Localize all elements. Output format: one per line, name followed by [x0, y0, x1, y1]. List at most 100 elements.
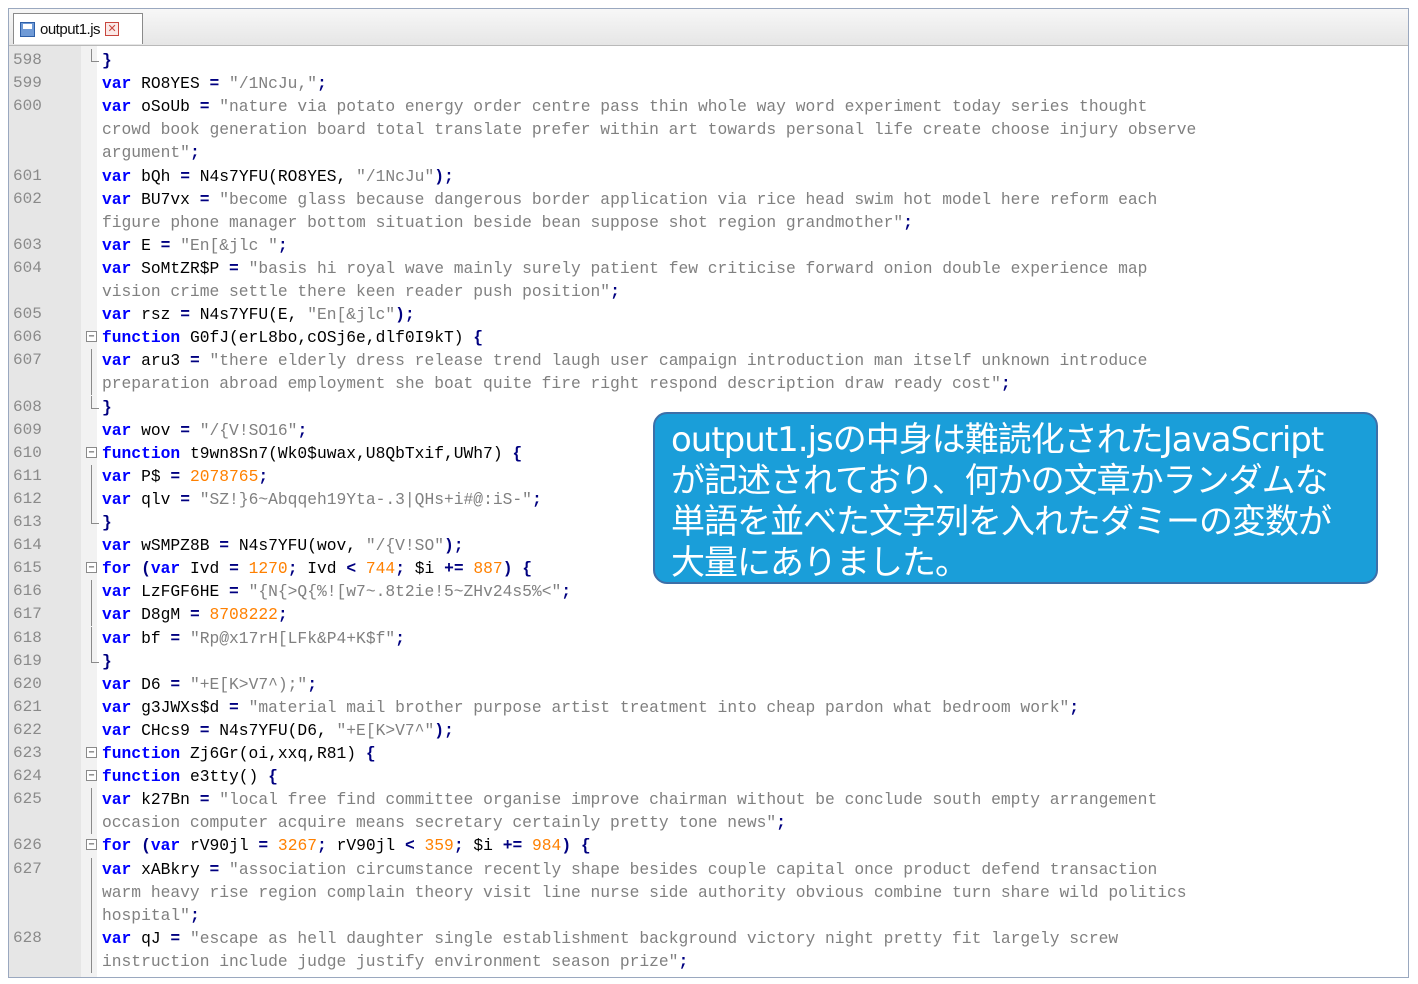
code-line: 625 var k27Bn = "local free find committe… — [9, 788, 1408, 812]
code-text[interactable]: var qlv = "SZ!}6~Abqqeh19Yta-.3|QHs+i#@:… — [102, 488, 542, 511]
code-token: var — [102, 720, 142, 740]
code-text[interactable]: var wSMPZ8B = N4s7YFU(wov, "/{V!SO"); — [102, 534, 464, 557]
code-text[interactable]: instruction include judge justify enviro… — [102, 950, 688, 973]
fold-toggle-icon[interactable]: − — [86, 839, 97, 851]
code-token: "+E[K>V7^" — [336, 720, 435, 740]
tab-output1-js[interactable]: output1.js ✕ — [13, 13, 143, 44]
code-token: var — [102, 489, 142, 509]
code-text[interactable]: var P$ = 2078765; — [102, 465, 268, 488]
code-text[interactable]: var k27Bn = "local free find committee o… — [102, 788, 1157, 811]
code-token: crowd book generation board total transl… — [102, 120, 1197, 140]
code-line: 626 − for (var rV90jl = 3267; rV90jl < 359… — [9, 834, 1408, 857]
code-text[interactable]: var wov = "/{V!SO16"; — [102, 419, 307, 442]
code-token: ) { — [561, 836, 591, 856]
code-token: vision crime settle there keen reader pu… — [102, 282, 611, 301]
fold-toggle-icon[interactable]: − — [86, 446, 97, 458]
code-text[interactable]: figure phone manager bottom situation be… — [102, 211, 913, 234]
code-token: N4s7YFU(RO8YES, — [199, 166, 357, 186]
code-text[interactable]: var oSoUb = "nature via potato energy or… — [102, 95, 1147, 118]
code-token: ); — [444, 536, 464, 556]
code-text[interactable]: var bQh = N4s7YFU(RO8YES, "/1NcJu"); — [102, 165, 454, 188]
line-number: 604 — [13, 258, 42, 277]
code-text[interactable]: vision crime settle there keen reader pu… — [102, 280, 620, 303]
code-text[interactable]: var LzFGF6HE = "{N{>Q{%![w7~.8t2ie!5~ZHv… — [102, 580, 571, 603]
code-text[interactable]: var g3JWXs$d = "material mail brother pu… — [102, 696, 1079, 719]
code-token: "association circumstance recently shape… — [229, 859, 1158, 879]
code-text[interactable]: for (var rV90jl = 3267; rV90jl < 359; $i… — [102, 834, 591, 857]
line-number: 614 — [13, 536, 42, 555]
code-token: "{N{>Q{%![w7~.8t2ie!5~ZHv24s5%<" — [248, 582, 562, 602]
code-line: 622 var CHcs9 = N4s7YFU(D6, "+E[K>V7^"); — [9, 719, 1408, 742]
code-token: 2078765 — [189, 466, 259, 486]
fold-guide — [91, 926, 92, 950]
code-text[interactable]: var CHcs9 = N4s7YFU(D6, "+E[K>V7^"); — [102, 719, 454, 742]
code-token: var — [102, 536, 142, 556]
code-line: warm heavy rise region complain theory v… — [9, 880, 1408, 904]
save-icon — [20, 21, 35, 37]
code-text[interactable]: var bf = "Rp@x17rH[LFk&P4+K$f"; — [102, 627, 405, 650]
close-icon[interactable]: ✕ — [105, 22, 120, 36]
code-text[interactable]: } — [102, 49, 112, 72]
code-token: t9wn8Sn7(Wk0$uwax,U8QbTxif,UWh7) — [189, 443, 513, 463]
callout-line: 大量にありました。 — [671, 543, 969, 583]
code-text[interactable]: var BU7vx = "become glass because danger… — [102, 188, 1157, 211]
code-text[interactable]: var SoMtZR$P = "basis hi royal wave main… — [102, 257, 1147, 280]
fold-toggle-icon[interactable]: − — [86, 562, 97, 574]
code-token: function — [102, 767, 190, 787]
code-token: LzFGF6HE — [141, 582, 230, 602]
code-text[interactable]: for (var Ivd = 1270; Ivd < 744; $i += 88… — [102, 557, 532, 580]
code-line: 602 var BU7vx = "become glass because dan… — [9, 188, 1408, 211]
code-token: ; — [453, 836, 474, 856]
code-token: $i — [473, 836, 503, 856]
code-token: } — [102, 51, 112, 70]
code-text[interactable]: hospital"; — [102, 904, 200, 927]
fold-guide — [91, 487, 92, 511]
code-token: } — [102, 513, 112, 532]
code-line: 603 var E = "En[&jlc "; — [9, 234, 1408, 257]
code-text[interactable]: } — [102, 396, 112, 419]
line-number: 610 — [13, 443, 42, 462]
fold-toggle-icon[interactable]: − — [86, 747, 97, 758]
code-text[interactable]: var E = "En[&jlc "; — [102, 234, 288, 257]
code-text[interactable]: var RO8YES = "/1NcJu,"; — [102, 72, 327, 95]
code-text[interactable]: function e3tty() { — [102, 765, 278, 788]
fold-guide — [91, 464, 92, 488]
annotation-callout: output1.jsの中身は難読化されたJavaScript が記述されており、… — [653, 412, 1378, 584]
code-token: ; — [277, 235, 288, 255]
code-text[interactable]: function t9wn8Sn7(Wk0$uwax,U8QbTxif,UWh7… — [102, 442, 522, 465]
code-text[interactable]: function G0fJ(erL8bo,cOSj6e,dlf0I9kT) { — [102, 326, 483, 349]
code-text[interactable]: argument"; — [102, 141, 200, 164]
code-text[interactable]: var xABkry = "association circumstance r… — [102, 858, 1157, 881]
fold-toggle-icon[interactable]: − — [86, 770, 97, 782]
code-line: preparation abroad employment she boat q… — [9, 372, 1408, 396]
code-text[interactable]: var qJ = "escape as hell daughter single… — [102, 927, 1118, 950]
code-token: figure phone manager bottom situation be… — [102, 212, 904, 232]
code-token: = — [199, 189, 220, 209]
code-token: = — [160, 235, 181, 255]
code-text[interactable]: preparation abroad employment she boat q… — [102, 372, 1011, 395]
code-text[interactable]: function Zj6Gr(oi,xxq,R81) { — [102, 742, 376, 765]
code-text[interactable]: var aru3 = "there elderly dress release … — [102, 349, 1147, 372]
code-text[interactable]: var D6 = "+E[K>V7^);"; — [102, 673, 317, 696]
fold-guide — [91, 811, 92, 835]
fold-toggle-icon[interactable]: − — [86, 331, 97, 343]
code-text[interactable]: var D8gM = 8708222; — [102, 603, 288, 626]
code-token: = — [219, 536, 239, 556]
code-token: "Rp@x17rH[LFk&P4+K$f" — [189, 628, 396, 648]
fold-end-marker — [91, 649, 99, 663]
callout-line: が記述されており、何かの文章かランダムな — [671, 461, 1329, 501]
code-token: E — [141, 235, 161, 255]
code-text[interactable]: var rsz = N4s7YFU(E, "En[&jlc"); — [102, 303, 415, 326]
code-text[interactable]: warm heavy rise region complain theory v… — [102, 881, 1187, 904]
code-token: Zj6Gr(oi,xxq,R81) — [189, 744, 366, 763]
fold-end-marker — [91, 49, 99, 62]
code-text[interactable]: crowd book generation board total transl… — [102, 118, 1196, 141]
code-text[interactable]: } — [102, 511, 112, 534]
code-token: ; — [317, 836, 337, 856]
code-token: function — [102, 443, 190, 463]
code-text[interactable]: } — [102, 650, 112, 673]
code-token: var — [102, 97, 142, 117]
code-token: Ivd — [189, 559, 230, 579]
code-token: = — [170, 674, 190, 694]
code-text[interactable]: occasion computer acquire means secretar… — [102, 811, 786, 834]
